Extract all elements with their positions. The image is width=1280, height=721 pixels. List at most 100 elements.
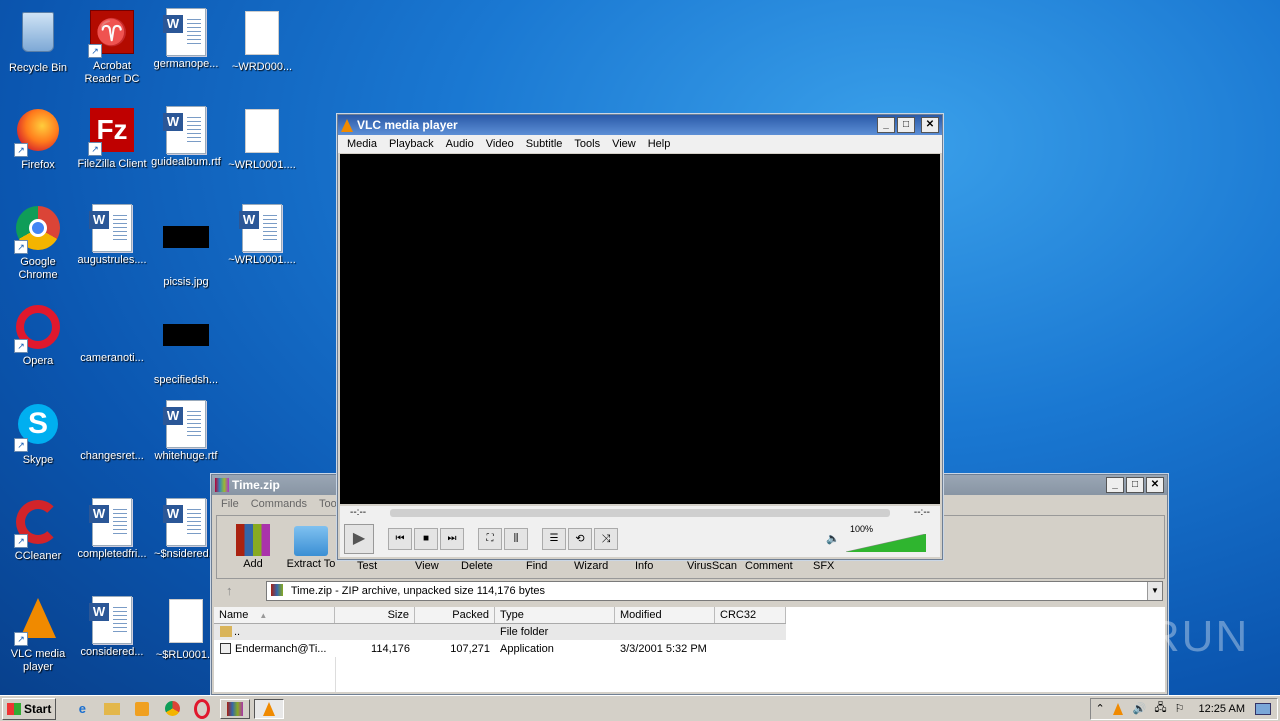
- desktop-icon-augustrules[interactable]: W augustrules....: [74, 204, 150, 267]
- winrar-taskbar-button[interactable]: [220, 698, 251, 719]
- blank-file-icon: [238, 11, 286, 59]
- show-desktop-icon[interactable]: [1255, 702, 1271, 715]
- toolbar-extract-to[interactable]: Extract To: [283, 524, 339, 570]
- close-button[interactable]: ✕: [921, 117, 939, 133]
- word-document-icon: W: [238, 204, 286, 252]
- desktop-icon-recycle-bin[interactable]: Recycle Bin: [0, 8, 76, 75]
- desktop-icon-completedfri[interactable]: W completedfri...: [74, 498, 150, 561]
- maximize-button[interactable]: □: [897, 117, 915, 133]
- minimize-button[interactable]: _: [1106, 477, 1124, 493]
- table-row[interactable]: .. File folder: [214, 624, 786, 640]
- desktop-icon-ccleaner[interactable]: ↗ CCleaner: [0, 498, 76, 563]
- desktop-icon-cameranoti[interactable]: cameranoti...: [74, 302, 150, 365]
- video-area[interactable]: [340, 154, 940, 504]
- volume-percent: 100%: [850, 524, 874, 534]
- desktop-icon-acrobat[interactable]: ♈ ↗ Acrobat Reader DC: [74, 8, 150, 86]
- desktop-icon-filezilla[interactable]: Fz ↗ FileZilla Client: [74, 106, 150, 171]
- playlist-button[interactable]: ☰: [542, 528, 566, 550]
- media-player-icon[interactable]: [130, 699, 154, 719]
- toolbar-comment[interactable]: Comment: [745, 560, 793, 572]
- dropdown-arrow-icon[interactable]: ▼: [1147, 582, 1162, 600]
- desktop-icon-firefox[interactable]: ↗ Firefox: [0, 106, 76, 172]
- maximize-button[interactable]: □: [1126, 477, 1144, 493]
- desktop-icon-skype[interactable]: S ↗ Skype: [0, 400, 76, 467]
- chrome-taskbar-icon[interactable]: [160, 699, 184, 719]
- volume-slider[interactable]: [845, 533, 927, 553]
- column-modified[interactable]: Modified: [615, 607, 715, 623]
- menu-audio[interactable]: Audio: [440, 138, 480, 150]
- desktop-icon-whitehuge[interactable]: W whitehuge.rtf: [148, 400, 224, 463]
- toolbar-find[interactable]: Find: [526, 560, 547, 572]
- start-button[interactable]: Start: [2, 697, 57, 720]
- toolbar-sfx[interactable]: SFX: [813, 560, 834, 572]
- seek-slider[interactable]: [390, 509, 890, 517]
- shuffle-button[interactable]: ⤨: [594, 528, 618, 550]
- desktop-icon-opera[interactable]: ↗ Opera: [0, 302, 76, 368]
- add-archive-icon: [236, 524, 270, 556]
- menu-view[interactable]: View: [606, 138, 642, 150]
- stop-button[interactable]: ■: [414, 528, 438, 550]
- toolbar-add[interactable]: Add: [227, 524, 279, 570]
- menu-playback[interactable]: Playback: [383, 138, 440, 150]
- column-name[interactable]: Name ▲: [214, 607, 335, 623]
- desktop-icon-guidealbum[interactable]: W guidealbum.rtf: [148, 106, 224, 169]
- toolbar-wizard[interactable]: Wizard: [574, 560, 608, 572]
- toolbar-delete[interactable]: Delete: [461, 560, 493, 572]
- toolbar-view[interactable]: View: [415, 560, 439, 572]
- column-packed[interactable]: Packed: [415, 607, 495, 623]
- play-button[interactable]: ▶: [344, 524, 374, 554]
- extended-settings-button[interactable]: ⫼: [504, 528, 528, 550]
- menu-file[interactable]: File: [215, 498, 245, 510]
- desktop-icon-changesret[interactable]: changesret...: [74, 400, 150, 463]
- desktop-icon-google-chrome[interactable]: ↗ Google Chrome: [0, 204, 76, 282]
- vlc-titlebar[interactable]: VLC media player _ □ ✕: [338, 115, 942, 135]
- menu-media[interactable]: Media: [341, 138, 383, 150]
- desktop-icon-specifiedsh[interactable]: specifiedsh...: [148, 302, 224, 387]
- desktop-icon-germanope[interactable]: W germanope...: [148, 8, 224, 71]
- desktop-icon-wrl0001-b[interactable]: W ~WRL0001....: [224, 204, 300, 267]
- column-type[interactable]: Type: [495, 607, 615, 623]
- toolbar-virusscan[interactable]: VirusScan: [687, 560, 737, 572]
- clock[interactable]: 12:25 AM: [1199, 703, 1245, 715]
- previous-button[interactable]: ⏮: [388, 528, 412, 550]
- vlc-taskbar-button[interactable]: [254, 698, 285, 719]
- ie-icon[interactable]: e: [70, 699, 94, 719]
- toolbar-info[interactable]: Info: [635, 560, 653, 572]
- volume-tray-icon[interactable]: 🔊: [1133, 702, 1147, 715]
- winrar-title: Time.zip: [232, 478, 280, 492]
- menu-subtitle[interactable]: Subtitle: [520, 138, 569, 150]
- explorer-folder-icon[interactable]: [100, 699, 124, 719]
- shortcut-arrow-icon: ↗: [14, 438, 28, 452]
- menu-video[interactable]: Video: [480, 138, 520, 150]
- menu-help[interactable]: Help: [642, 138, 677, 150]
- toolbar-test[interactable]: Test: [357, 560, 377, 572]
- menu-commands[interactable]: Commands: [245, 498, 313, 510]
- close-button[interactable]: ✕: [1146, 477, 1164, 493]
- column-crc32[interactable]: CRC32: [715, 607, 786, 623]
- desktop-icon-picsis[interactable]: picsis.jpg: [148, 204, 224, 289]
- skype-icon: S ↗: [14, 404, 62, 452]
- desktop-icon-wrl0001-a[interactable]: ~WRL0001....: [224, 106, 300, 172]
- desktop-icon-wrd000[interactable]: ~WRD000...: [224, 8, 300, 74]
- column-size[interactable]: Size: [335, 607, 415, 623]
- next-button[interactable]: ⏭: [440, 528, 464, 550]
- table-row[interactable]: Endermanch@Ti... 114,176 107,271 Applica…: [214, 641, 786, 657]
- up-arrow-icon[interactable]: ↑: [226, 583, 233, 598]
- file-list: Name ▲ Size Packed Type Modified CRC32 .…: [214, 607, 1165, 692]
- speaker-icon[interactable]: 🔈: [826, 532, 840, 545]
- shortcut-arrow-icon: ↗: [88, 142, 102, 156]
- minimize-button[interactable]: _: [877, 117, 895, 133]
- desktop-icon-vlc[interactable]: ↗ VLC media player: [0, 596, 76, 674]
- opera-taskbar-icon[interactable]: [190, 698, 214, 719]
- vlc-tray-icon[interactable]: [1112, 702, 1123, 715]
- action-center-flag-icon[interactable]: ⚐: [1175, 702, 1185, 715]
- menu-tools[interactable]: Tools: [568, 138, 606, 150]
- network-tray-icon[interactable]: 🖧: [1154, 699, 1166, 718]
- desktop-icon-considered[interactable]: W considered...: [74, 596, 150, 659]
- path-field[interactable]: Time.zip - ZIP archive, unpacked size 11…: [266, 581, 1163, 601]
- fullscreen-button[interactable]: ⛶: [478, 528, 502, 550]
- word-document-icon: W: [88, 204, 136, 252]
- show-hidden-icons-arrow[interactable]: ⌃: [1095, 702, 1104, 715]
- loop-button[interactable]: ⟲: [568, 528, 592, 550]
- folder-up-icon: [220, 626, 232, 637]
